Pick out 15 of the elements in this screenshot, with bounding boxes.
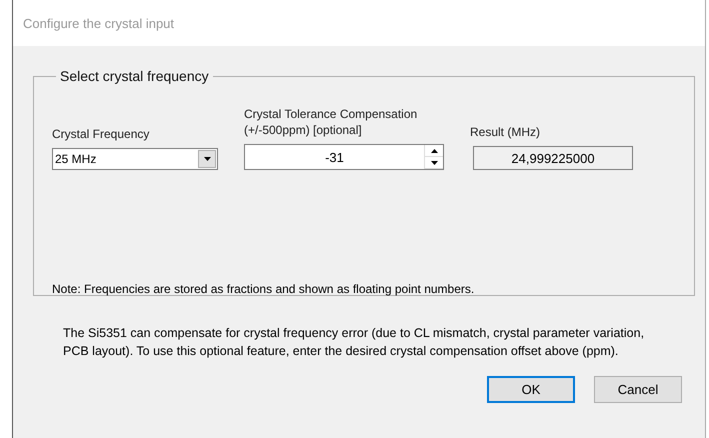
cancel-button[interactable]: Cancel [594,376,682,403]
caret-icon [204,157,210,161]
group-title: Select crystal frequency [59,68,210,84]
description-text: The Si5351 can compensate for crystal frequency error (due to CL mismatch, crystal parameter variation, PCB layout). To use this optional feature, enter the desired crystal compensation offset above (ppm). [63,325,646,360]
up-arrow-icon [430,148,438,152]
field-label: Crystal Tolerance Compensation (+/-500ppm) [optional] [244,106,418,138]
ok-button[interactable]: OK [487,376,575,403]
note-text: Note: Frequencies are stored as fractions and shown as floating point numbers. [52,282,476,296]
result-field: 24,999225000 [473,146,633,170]
frequency-dropdown[interactable]: 25 MHz [52,148,218,170]
window-title: Configure the crystal input [23,16,174,30]
tolerance-spinbox[interactable]: -31 [244,144,444,170]
down-arrow-icon [430,160,438,164]
field-label: Crystal Frequency [52,126,150,142]
field-label: Result (MHz) [470,124,542,140]
